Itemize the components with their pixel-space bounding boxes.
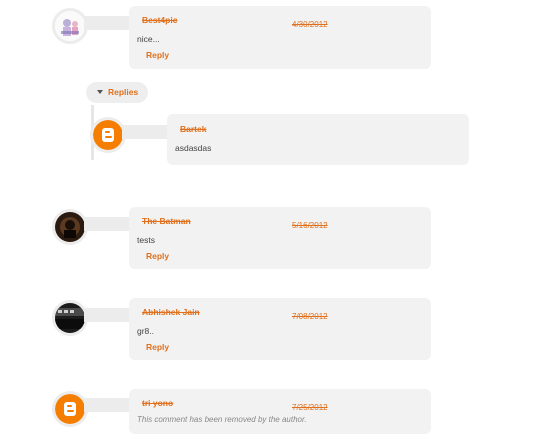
avatar-connector [84,16,132,30]
avatar[interactable] [52,209,88,245]
avatar-connector [122,125,170,139]
avatar-connector [84,217,132,231]
blogger-icon [55,394,85,424]
reply-card [167,114,469,165]
removed-comment-notice: This comment has been removed by the aut… [137,415,307,424]
replies-toggle-button[interactable]: Replies [86,82,148,103]
best4pic-logo-icon [55,11,85,41]
reply-button[interactable]: Reply [146,50,169,60]
comment-date[interactable]: 7/25/2012 [292,403,328,412]
avatar[interactable] [90,117,126,153]
batman-photo-icon [55,212,85,242]
comment-date[interactable]: 7/08/2012 [292,312,328,321]
comment-date[interactable]: 4/30/2012 [292,20,328,29]
replies-label: Replies [108,87,139,97]
comment-text: nice... [137,34,160,44]
reply-button[interactable]: Reply [146,342,169,352]
avatar[interactable] [52,8,88,44]
avatar[interactable] [52,300,88,336]
comment-author[interactable]: tri yono [142,398,173,408]
reply-text: asdasdas [175,143,212,153]
reply-author[interactable]: Bartek [180,124,206,134]
avatar[interactable] [52,391,88,427]
blogger-icon [93,120,123,150]
comment-author[interactable]: Best4pic [142,15,177,25]
avatar-connector [84,398,132,412]
caret-down-icon [97,90,103,94]
photo-icon [55,303,85,333]
comment-author[interactable]: The Batman [142,216,191,226]
comment-text: gr8.. [137,326,155,336]
comment-author[interactable]: Abhishek Jain [142,307,200,317]
reply-button[interactable]: Reply [146,251,169,261]
comment-date[interactable]: 5/16/2012 [292,221,328,230]
comment-text: tests [137,235,155,245]
avatar-connector [84,308,132,322]
comment-card [129,389,431,434]
